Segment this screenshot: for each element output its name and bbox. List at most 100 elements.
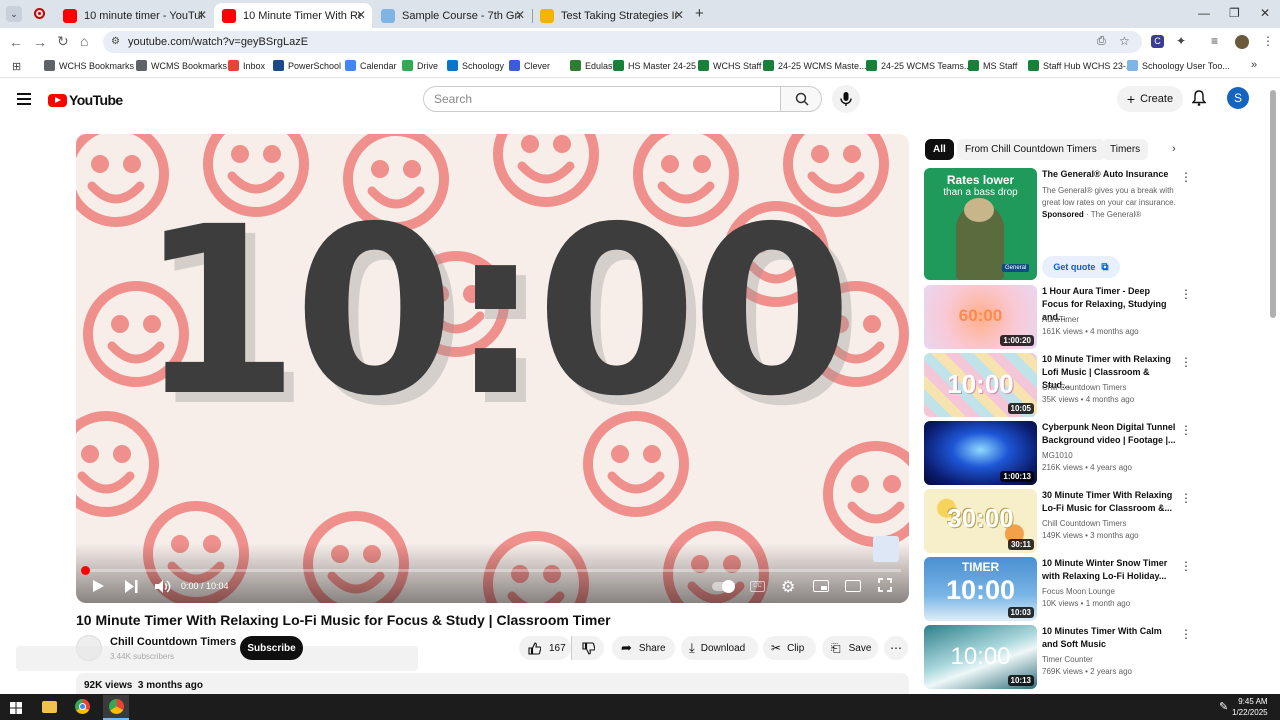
recommendation-card[interactable]: 10:00 10:13 10 Minutes Timer With Calm a… <box>924 625 1194 689</box>
create-button[interactable]: + Create <box>1117 86 1183 112</box>
recommendation-card[interactable]: 30:00 30:11 30 Minute Timer With Relaxin… <box>924 489 1194 553</box>
home-icon[interactable]: ⌂ <box>80 33 88 49</box>
mic-button[interactable] <box>832 85 860 113</box>
chip-timers[interactable]: Timers <box>1102 139 1149 160</box>
extensions-icon[interactable]: ✦ <box>1176 34 1186 48</box>
recommendation-card[interactable]: 1:00:13 Cyberpunk Neon Digital Tunnel Ba… <box>924 421 1194 485</box>
ad-card[interactable]: Rates lower than a bass drop General The… <box>924 168 1194 280</box>
close-tab-icon[interactable]: ✕ <box>515 8 525 22</box>
browser-menu-icon[interactable]: ⋮ <box>1262 34 1274 48</box>
browser-tab[interactable]: Sample Course - 7th Grade Ma ✕ <box>373 3 531 28</box>
page-scrollbar[interactable] <box>1270 90 1276 318</box>
reload-icon[interactable]: ↻ <box>57 33 69 50</box>
fullscreen-icon[interactable] <box>878 578 892 597</box>
volume-button[interactable] <box>155 580 171 598</box>
bookmark-star-icon[interactable]: ☆ <box>1119 34 1130 48</box>
more-icon[interactable]: ⋮ <box>1180 287 1192 301</box>
video-title[interactable]: Cyberpunk Neon Digital Tunnel Background… <box>1042 421 1178 447</box>
channel-name[interactable]: Timer Counter <box>1042 655 1093 664</box>
more-actions-button[interactable]: ⋯ <box>884 636 908 660</box>
progress-track[interactable] <box>84 569 901 572</box>
video-thumbnail[interactable]: 1:00:13 <box>924 421 1037 485</box>
new-tab-button[interactable]: + <box>695 5 704 22</box>
install-app-icon[interactable]: ⎙ <box>1097 35 1106 48</box>
video-title[interactable]: 10 Minute Winter Snow Timer with Relaxin… <box>1042 557 1178 583</box>
screen-recorder-toolbar[interactable] <box>16 646 418 671</box>
profile-avatar[interactable] <box>1235 35 1249 49</box>
download-button[interactable]: ⤓ Download <box>681 636 758 660</box>
progress-scrubber[interactable] <box>81 566 90 575</box>
search-input[interactable]: Search <box>423 86 781 112</box>
restore-icon[interactable]: ❐ <box>1229 6 1240 20</box>
more-icon[interactable]: ⋮ <box>1180 627 1192 641</box>
chips-next-icon[interactable]: › <box>1172 143 1176 155</box>
bookmark-item[interactable]: Inbox <box>228 60 265 71</box>
play-button[interactable] <box>93 580 104 592</box>
site-info-icon[interactable]: ⚙ <box>111 36 120 47</box>
bookmark-item[interactable]: MS Staff <box>968 60 1017 71</box>
bookmark-item[interactable]: WCMS Bookmarks <box>136 60 227 71</box>
video-title[interactable]: 30 Minute Timer With Relaxing Lo-Fi Musi… <box>1042 489 1178 515</box>
bookmark-item[interactable]: Calendar <box>345 60 397 71</box>
bookmark-item[interactable]: Staff Hub WCHS 23-... <box>1028 60 1133 71</box>
channel-name[interactable]: MG1010 <box>1042 451 1073 460</box>
video-thumbnail[interactable]: 10:00 10:05 <box>924 353 1037 417</box>
bookmark-item[interactable]: HS Master 24-25 <box>613 60 696 71</box>
save-button[interactable]: ⎗ Save <box>822 636 878 660</box>
tab-search-button[interactable]: ⌄ <box>6 6 22 22</box>
bookmark-item[interactable]: PowerSchool <box>273 60 341 71</box>
subscribe-button[interactable]: Subscribe <box>240 636 303 660</box>
youtube-logo[interactable]: YouTube <box>48 92 123 108</box>
channel-name[interactable]: AuraTimer <box>1042 315 1079 324</box>
video-thumbnail[interactable]: TIMER 10:00 10:03 <box>924 557 1037 621</box>
bookmark-item[interactable]: Schoology User Too... <box>1127 60 1230 71</box>
ad-title[interactable]: The General® Auto Insurance <box>1042 168 1178 181</box>
chip-all[interactable]: All <box>925 139 954 160</box>
bookmark-item[interactable]: Schoology <box>447 60 504 71</box>
record-icon[interactable] <box>34 8 45 19</box>
file-explorer-icon[interactable] <box>42 701 57 713</box>
url-text[interactable]: youtube.com/watch?v=geyBSrgLazE <box>128 36 308 48</box>
bookmark-item[interactable]: Drive <box>402 60 438 71</box>
theater-mode-icon[interactable] <box>845 580 861 592</box>
bookmark-item[interactable]: 24-25 WCMS Maste... <box>763 60 867 71</box>
back-icon[interactable]: ← <box>9 34 23 50</box>
video-title[interactable]: 10 Minutes Timer With Calm and Soft Musi… <box>1042 625 1178 651</box>
video-player[interactable]: 10:00 <box>76 134 909 603</box>
channel-name[interactable]: Focus Moon Lounge <box>1042 587 1115 596</box>
video-thumbnail[interactable]: 60:00 1:00:20 <box>924 285 1037 349</box>
bookmarks-overflow-icon[interactable]: » <box>1251 59 1257 71</box>
minimize-icon[interactable]: — <box>1198 6 1210 20</box>
like-button[interactable]: 167 <box>519 636 571 660</box>
menu-icon[interactable] <box>17 93 31 108</box>
apps-grid-icon[interactable]: ⊞ <box>12 60 21 73</box>
more-icon[interactable]: ⋮ <box>1180 559 1192 573</box>
settings-gear-icon[interactable]: ⚙ <box>781 577 795 597</box>
video-thumbnail[interactable]: 10:00 10:13 <box>924 625 1037 689</box>
recommendation-card[interactable]: 60:00 1:00:20 1 Hour Aura Timer - Deep F… <box>924 285 1194 349</box>
browser-tab[interactable]: Test Taking Strategies Infograph ✕ <box>532 3 690 28</box>
pen-icon[interactable]: ✎ <box>1219 700 1228 713</box>
system-clock[interactable]: 9:45 AM 1/22/2025 <box>1232 696 1268 718</box>
share-button[interactable]: ➦ Share <box>612 636 675 660</box>
get-quote-button[interactable]: Get quote ⧉ <box>1042 256 1120 278</box>
search-button[interactable] <box>780 86 822 112</box>
recommendation-card[interactable]: TIMER 10:00 10:03 10 Minute Winter Snow … <box>924 557 1194 621</box>
ad-menu-icon[interactable]: ⋮ <box>1180 170 1192 184</box>
browser-tab[interactable]: 10 minute timer - YouTube ✕ <box>55 3 213 28</box>
channel-name[interactable]: Chill Countdown Timers <box>1042 519 1126 528</box>
close-tab-icon[interactable]: ✕ <box>356 8 366 22</box>
video-thumbnail[interactable]: 30:00 30:11 <box>924 489 1037 553</box>
bookmark-item[interactable]: Clever <box>509 60 550 71</box>
captions-icon[interactable]: CC <box>750 581 765 592</box>
forward-icon[interactable]: → <box>33 34 47 50</box>
recommendation-card[interactable]: 10:00 10:05 10 Minute Timer with Relaxin… <box>924 353 1194 417</box>
bookmark-item[interactable]: 24-25 WCMS Teams... <box>866 60 971 71</box>
channel-name[interactable]: Chill Countdown Timers <box>1042 383 1126 392</box>
more-icon[interactable]: ⋮ <box>1180 355 1192 369</box>
ad-thumbnail[interactable]: Rates lower than a bass drop General <box>924 168 1037 280</box>
close-window-icon[interactable]: ✕ <box>1260 6 1270 20</box>
extension-c-icon[interactable]: C <box>1151 35 1164 48</box>
more-icon[interactable]: ⋮ <box>1180 491 1192 505</box>
close-tab-icon[interactable]: ✕ <box>197 8 207 22</box>
